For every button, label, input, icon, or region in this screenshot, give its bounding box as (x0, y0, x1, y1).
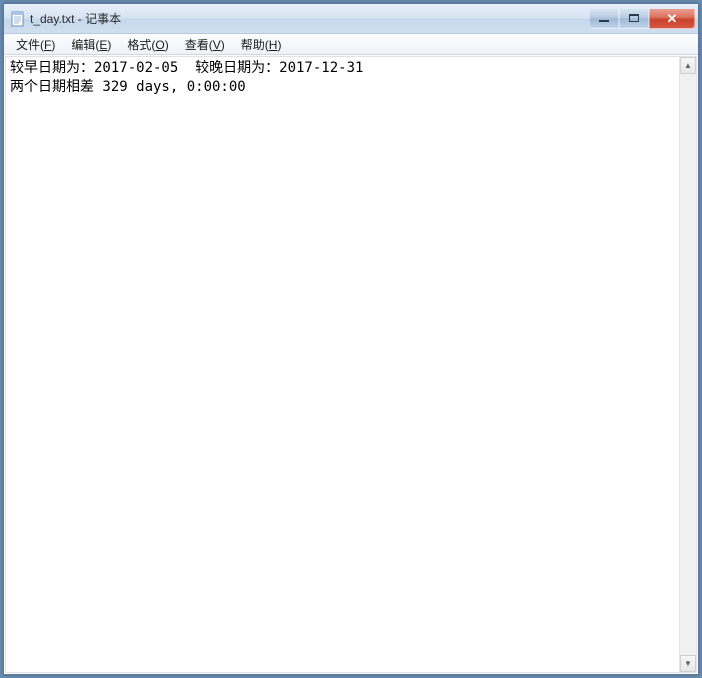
text-line: 两个日期相差 329 days, 0:00:00 (10, 79, 246, 95)
menu-file[interactable]: 文件(F) (8, 34, 63, 55)
menu-format[interactable]: 格式(O) (119, 34, 176, 55)
titlebar[interactable]: t_day.txt - 记事本 ✕ (4, 4, 698, 34)
maximize-button[interactable] (619, 9, 649, 29)
minimize-icon (599, 20, 609, 22)
text-editor[interactable]: 较早日期为：2017-02-05 较晚日期为：2017-12-31 两个日期相差… (6, 57, 679, 672)
notepad-icon (10, 11, 26, 27)
menu-view[interactable]: 查看(V) (177, 34, 233, 55)
scroll-track[interactable] (680, 74, 696, 655)
chevron-down-icon: ▼ (684, 659, 692, 668)
close-icon: ✕ (667, 12, 678, 25)
vertical-scrollbar[interactable]: ▲ ▼ (679, 57, 696, 672)
chevron-up-icon: ▲ (684, 61, 692, 70)
window-title: t_day.txt - 记事本 (30, 10, 589, 27)
menu-edit[interactable]: 编辑(E) (63, 34, 119, 55)
notepad-window: t_day.txt - 记事本 ✕ 文件(F) 编辑(E) 格式(O) 查看(V… (3, 3, 699, 675)
minimize-button[interactable] (589, 9, 619, 29)
menu-help[interactable]: 帮助(H) (233, 34, 290, 55)
window-controls: ✕ (589, 9, 695, 29)
menubar: 文件(F) 编辑(E) 格式(O) 查看(V) 帮助(H) (4, 34, 698, 55)
content-area: 较早日期为：2017-02-05 较晚日期为：2017-12-31 两个日期相差… (5, 56, 697, 673)
scroll-down-button[interactable]: ▼ (680, 655, 696, 672)
text-line: 较早日期为：2017-02-05 较晚日期为：2017-12-31 (10, 60, 363, 76)
scroll-up-button[interactable]: ▲ (680, 57, 696, 74)
maximize-icon (629, 14, 639, 22)
close-button[interactable]: ✕ (649, 9, 695, 29)
